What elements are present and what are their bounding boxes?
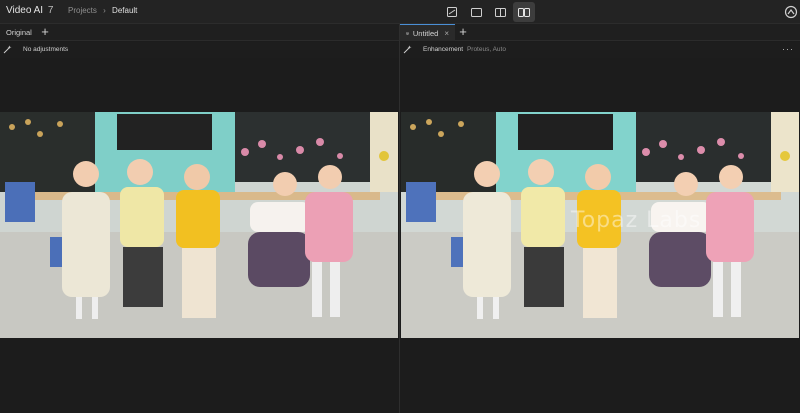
left-status-text: No adjustments	[23, 46, 69, 53]
add-tab-left-button[interactable]: +	[38, 25, 52, 39]
left-status-bar: No adjustments	[0, 42, 399, 58]
right-status-text: Enhancement Proteus, Auto	[423, 46, 506, 53]
left-tab-row: Original +	[0, 24, 399, 41]
cube-icon	[406, 31, 409, 35]
more-options-icon[interactable]: ···	[782, 44, 794, 54]
add-tab-right-button[interactable]: +	[456, 25, 470, 39]
cloud-sync-button[interactable]	[783, 4, 799, 20]
breadcrumb: Projects › Default	[68, 6, 137, 15]
watermark-text: Topaz Labs	[571, 208, 702, 233]
enhancement-label: Enhancement	[423, 46, 464, 53]
cloud-sync-icon	[784, 5, 798, 19]
title-bar: Video AI 7 Projects › Default	[0, 0, 800, 24]
breadcrumb-current[interactable]: Default	[112, 6, 137, 15]
tab-untitled[interactable]: Untitled ×	[400, 24, 455, 41]
panel-divider[interactable]	[399, 24, 400, 413]
classroom-scene	[0, 112, 398, 338]
split-vertical-button[interactable]	[489, 2, 511, 22]
single-view-button[interactable]	[441, 2, 463, 22]
right-tab-row: Untitled × +	[400, 24, 800, 41]
tab-untitled-label: Untitled	[412, 28, 439, 38]
enhancement-detail: Proteus, Auto	[466, 46, 506, 53]
breadcrumb-separator: ›	[103, 6, 106, 15]
side-by-side-icon	[518, 7, 530, 17]
right-status-bar: Enhancement Proteus, Auto ···	[400, 42, 800, 58]
original-video-preview[interactable]	[0, 112, 398, 338]
split-horizontal-button[interactable]	[465, 2, 487, 22]
tab-original[interactable]: Original	[0, 24, 38, 41]
app-name: Video AI	[6, 5, 44, 16]
breadcrumb-projects[interactable]: Projects	[68, 6, 97, 15]
split-horizontal-icon	[470, 7, 482, 17]
magic-wand-icon[interactable]	[403, 45, 412, 54]
close-tab-icon[interactable]: ×	[444, 29, 449, 38]
single-view-icon	[447, 7, 457, 17]
app-version: 7	[47, 5, 54, 16]
tab-original-label: Original	[6, 28, 32, 37]
split-vertical-icon	[494, 7, 506, 17]
app-title: Video AI 7	[6, 5, 53, 16]
side-by-side-button[interactable]	[513, 2, 535, 22]
view-mode-group	[441, 2, 535, 22]
magic-wand-icon[interactable]	[3, 45, 12, 54]
enhanced-video-preview[interactable]: Topaz Labs	[401, 112, 799, 338]
